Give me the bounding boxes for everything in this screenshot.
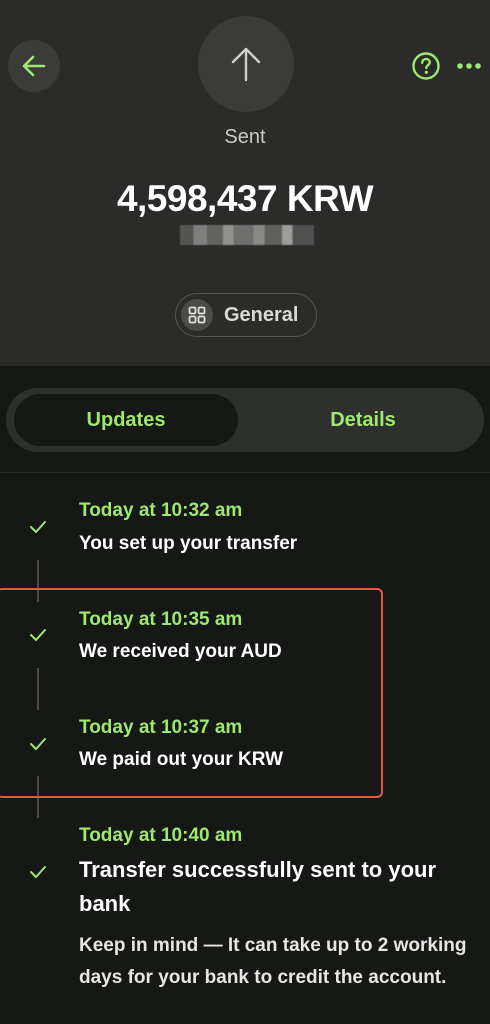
tab-details[interactable]: Details bbox=[248, 394, 478, 446]
redacted-recipient bbox=[180, 225, 314, 245]
divider bbox=[0, 472, 490, 473]
grid-icon bbox=[181, 299, 213, 331]
event-time: Today at 10:40 am bbox=[79, 825, 243, 846]
tab-bar: Updates Details bbox=[6, 388, 484, 452]
sent-arrow-icon bbox=[198, 16, 294, 112]
highlight-annotation bbox=[0, 588, 383, 798]
arrow-up-icon bbox=[231, 47, 261, 82]
event-note: Keep in mind — It can take up to 2 worki… bbox=[79, 935, 467, 988]
event-title: You set up your transfer bbox=[79, 533, 298, 554]
event-title: Transfer successfully sent to your bank bbox=[79, 857, 437, 916]
help-button[interactable] bbox=[410, 50, 442, 82]
check-icon bbox=[28, 862, 48, 882]
tab-updates[interactable]: Updates bbox=[14, 394, 238, 446]
category-button[interactable]: General bbox=[175, 293, 317, 337]
more-dots-icon bbox=[457, 63, 481, 69]
check-icon bbox=[28, 517, 48, 537]
back-button[interactable] bbox=[8, 40, 60, 92]
transfer-header: Sent 4,598,437 KRW General bbox=[0, 0, 490, 366]
event-time: Today at 10:32 am bbox=[79, 500, 243, 521]
arrow-left-icon bbox=[22, 55, 46, 77]
more-options-button[interactable] bbox=[452, 50, 486, 82]
category-label: General bbox=[224, 303, 299, 326]
question-circle-icon bbox=[412, 52, 440, 80]
transfer-status-label: Sent bbox=[224, 126, 266, 148]
transfer-amount: 4,598,437 KRW bbox=[116, 178, 374, 219]
